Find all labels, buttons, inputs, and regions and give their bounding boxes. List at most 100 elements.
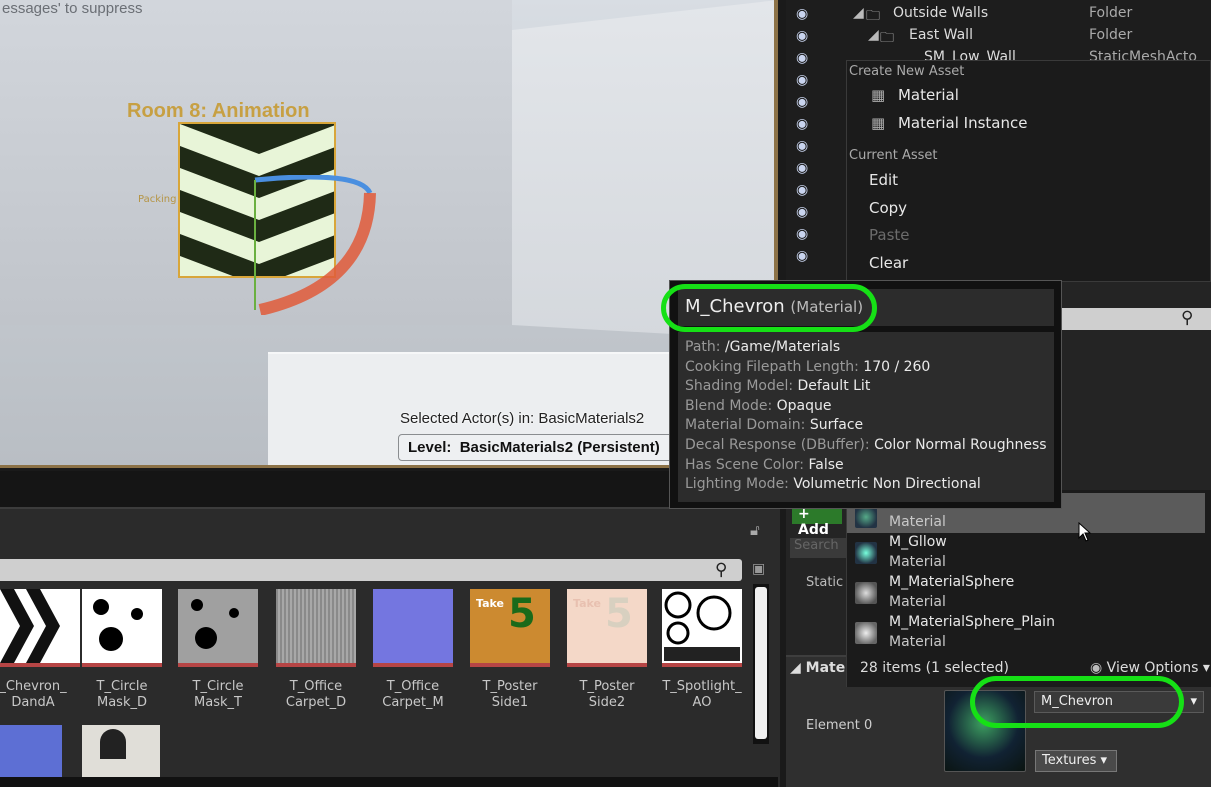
asset-label: _Chevron_ DandA: [0, 679, 67, 710]
visibility-eye-icon[interactable]: ◉: [796, 204, 808, 220]
asset-label: T_Office Carpet_M: [382, 679, 444, 710]
outliner-item-type: Folder: [1089, 5, 1133, 21]
view-options-button[interactable]: ◉ View Options ▾: [1090, 660, 1210, 676]
material-context-menu: Create New Asset ▦ Material ▦ Material I…: [846, 60, 1211, 282]
lock-icon[interactable]: 🔓︎: [750, 521, 760, 539]
asset-search-input[interactable]: [0, 559, 742, 581]
chevron-thumb-icon: [0, 589, 60, 663]
asset-thumb-circle-mask-d[interactable]: [82, 589, 162, 667]
menu-item-clear[interactable]: Clear: [869, 254, 908, 272]
expand-arrow-icon[interactable]: ◢: [853, 5, 864, 21]
tooltip-row: Blend Mode: Opaque: [685, 397, 832, 414]
textures-dropdown-button[interactable]: Textures ▾: [1035, 750, 1117, 772]
picker-item-name[interactable]: M_MaterialSphere_Plain: [889, 614, 1055, 630]
asset-label: T_Circle Mask_D: [96, 679, 148, 710]
asset-label: T_Poster Side1: [482, 679, 538, 710]
asset-thumb-office-carpet-m[interactable]: [373, 589, 453, 667]
menu-item-edit[interactable]: Edit: [869, 171, 898, 189]
outliner-item-type: Folder: [1089, 27, 1133, 43]
components-search-input[interactable]: Search: [790, 538, 850, 558]
menu-item-new-material[interactable]: ▦ Material: [871, 86, 959, 104]
picker-item-name[interactable]: M_Gllow: [889, 534, 947, 550]
eye-icon: ◉: [1090, 660, 1103, 676]
material-thumb-icon: [855, 582, 877, 604]
outliner-row[interactable]: ◢ 🗀︎ Outside Walls Folder: [786, 5, 1211, 27]
visibility-eye-icon[interactable]: ◉: [796, 226, 808, 242]
asset-thumb-poster-side2[interactable]: Take 5: [567, 589, 647, 667]
asset-thumb-office-carpet-d[interactable]: [276, 589, 356, 667]
collapse-arrow-icon[interactable]: ◢: [790, 660, 801, 676]
room-title-text: Room 8: Animation: [127, 100, 310, 122]
asset-label: T_Spotlight_ AO: [662, 679, 742, 710]
packing-label: Packing: [138, 194, 177, 205]
tooltip-row: Lighting Mode: Volumetric Non Directiona…: [685, 476, 981, 493]
material-thumb-icon: [855, 622, 877, 644]
asset-thumb-poster-side1[interactable]: Take 5: [470, 589, 550, 667]
level-viewport[interactable]: essages' to suppress Room 8: Animation P…: [0, 0, 778, 468]
material-thumb-icon: [855, 506, 877, 528]
asset-thumb-circle-mask-t[interactable]: [178, 589, 258, 667]
asset-thumb-misc[interactable]: [82, 725, 160, 777]
static-label: Static: [806, 575, 844, 590]
material-icon: ▦: [871, 86, 886, 104]
menu-item-copy[interactable]: Copy: [869, 199, 907, 217]
textures-label: Textures: [1042, 753, 1097, 768]
picker-item-type: Material: [889, 594, 946, 610]
tooltip-row: Has Scene Color: False: [685, 456, 844, 473]
asset-thumb-chevron[interactable]: [0, 589, 80, 667]
viewport-hint-text: essages' to suppress: [2, 0, 143, 17]
expand-arrow-icon[interactable]: ◢: [868, 27, 879, 43]
asset-label: T_Poster Side2: [579, 679, 635, 710]
menu-item-new-material-instance[interactable]: ▦ Material Instance: [871, 114, 1027, 132]
rotation-gizmo[interactable]: [250, 175, 380, 315]
search-icon[interactable]: ⚲: [715, 560, 727, 580]
folder-icon: 🗀︎: [866, 8, 880, 24]
highlight-ring-tooltip-name: [661, 284, 877, 332]
search-icon[interactable]: ⚲: [1181, 308, 1193, 328]
asset-label: T_Circle Mask_T: [192, 679, 244, 710]
tooltip-row: Decal Response (DBuffer): Color Normal R…: [685, 436, 1047, 453]
material-thumb-icon: [855, 542, 877, 564]
asset-thumb-spotlight-ao[interactable]: [662, 589, 742, 667]
tooltip-row: Path: /Game/Materials: [685, 339, 841, 355]
tooltip-row: Cooking Filepath Length: 170 / 260: [685, 358, 931, 375]
level-prefix: Level:: [408, 439, 452, 456]
selected-actors-label: Selected Actor(s) in: BasicMaterials2: [400, 410, 645, 427]
tooltip-row: Shading Model: Default Lit: [685, 378, 871, 395]
circle-mask-t-icon: [191, 599, 239, 649]
material-instance-icon: ▦: [871, 114, 886, 132]
visibility-eye-icon[interactable]: ◉: [796, 94, 808, 110]
view-options-label: View Options: [1106, 660, 1199, 676]
level-name: BasicMaterials2 (Persistent): [459, 439, 660, 456]
tooltip-details: Path: /Game/Materials Cooking Filepath L…: [678, 332, 1054, 502]
visibility-eye-icon[interactable]: ◉: [796, 160, 808, 176]
picker-item-type: Material: [889, 554, 946, 570]
element-0-label: Element 0: [806, 718, 873, 733]
tooltip-row: Material Domain: Surface: [685, 417, 864, 434]
content-browser: 🔓︎ ⚲ ▣ Take 5 Take 5 _Chevron_ DandA T_C…: [0, 507, 780, 787]
current-asset-header: Current Asset: [849, 148, 938, 163]
visibility-eye-icon[interactable]: ◉: [796, 182, 808, 198]
poster-number-text: 5: [508, 591, 536, 637]
spotlight-ao-icon: [664, 591, 740, 661]
menu-item-label: Material: [897, 86, 959, 104]
menu-item-label: Material Instance: [897, 114, 1028, 132]
save-icon[interactable]: ▣: [752, 561, 765, 577]
materials-section-header[interactable]: ◢ Mater: [790, 660, 852, 676]
picker-item-type: Material: [889, 514, 946, 530]
visibility-eye-icon[interactable]: ◉: [796, 248, 808, 264]
visibility-eye-icon[interactable]: ◉: [796, 116, 808, 132]
poster-number-text-faded: 5: [605, 591, 633, 637]
dropdown-arrow-icon: ▾: [1190, 694, 1197, 709]
poster-take-text: Take: [476, 597, 504, 610]
outliner-item-name: Outside Walls: [893, 5, 989, 21]
scrollbar-thumb[interactable]: [755, 587, 767, 739]
horizontal-scrollbar[interactable]: [0, 777, 778, 787]
visibility-eye-icon[interactable]: ◉: [796, 72, 808, 88]
menu-item-paste[interactable]: Paste: [869, 226, 910, 244]
visibility-eye-icon[interactable]: ◉: [796, 138, 808, 154]
folder-icon: 🗀︎: [880, 30, 894, 46]
asset-thumb-normal[interactable]: [0, 725, 62, 777]
outliner-row[interactable]: ◢ 🗀︎ East Wall Folder: [786, 27, 1211, 49]
picker-item-name[interactable]: M_MaterialSphere: [889, 574, 1014, 590]
